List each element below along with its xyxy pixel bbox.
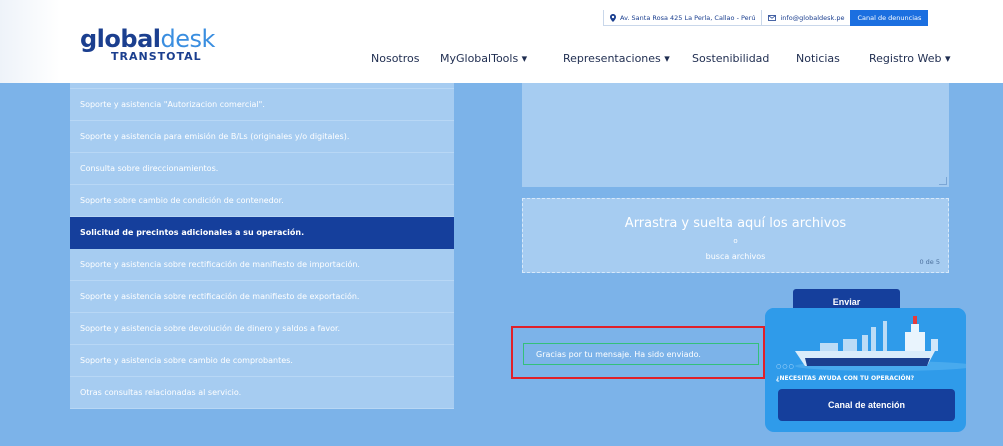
list-item[interactable]: Soporte y asistencia "Autorizacion comer… bbox=[70, 89, 454, 121]
list-item-active[interactable]: Solicitud de precintos adicionales a su … bbox=[70, 217, 454, 249]
email-item[interactable]: info@globaldesk.pe bbox=[761, 10, 851, 26]
globaldesk-logo[interactable]: globaldesk TRANSTOTAL bbox=[80, 26, 215, 63]
list-item[interactable]: Otras consultas relacionadas al servicio… bbox=[70, 377, 454, 409]
logo-text-glo: glo bbox=[80, 25, 121, 53]
logo-subtitle: TRANSTOTAL bbox=[111, 50, 202, 63]
map-pin-icon bbox=[610, 13, 616, 22]
browse-files-link[interactable]: busca archivos bbox=[523, 252, 948, 261]
list-item[interactable]: Soporte y asistencia sobre devolución de… bbox=[70, 313, 454, 345]
decorative-dots: ○○○ bbox=[776, 363, 795, 370]
header-fade bbox=[0, 0, 60, 83]
help-widget: ○○○ ¿NECESITAS AYUDA CON TU OPERACIÓN? C… bbox=[765, 308, 966, 432]
canal-denuncias-button[interactable]: Canal de denuncias bbox=[850, 10, 929, 26]
canal-atencion-button[interactable]: Canal de atención bbox=[778, 389, 955, 421]
top-contact-bar: Av. Santa Rosa 425 La Perla, Callao - Pe… bbox=[603, 10, 929, 26]
success-message: Gracias por tu mensaje. Ha sido enviado. bbox=[523, 343, 759, 365]
nav-nosotros[interactable]: Nosotros bbox=[371, 52, 419, 65]
list-item[interactable]: Soporte y asistencia para emisión de B/L… bbox=[70, 121, 454, 153]
success-message-text: Gracias por tu mensaje. Ha sido enviado. bbox=[536, 349, 701, 359]
ship-illustration-icon bbox=[765, 308, 966, 378]
nav-sostenibilidad[interactable]: Sostenibilidad bbox=[692, 52, 769, 65]
resize-handle-icon[interactable] bbox=[939, 177, 947, 185]
message-textarea[interactable] bbox=[522, 83, 949, 187]
nav-representaciones[interactable]: Representaciones ▾ bbox=[563, 52, 670, 65]
service-options-list: Soporte y asistencia "Autorizacion comer… bbox=[70, 83, 454, 409]
address-item: Av. Santa Rosa 425 La Perla, Callao - Pe… bbox=[603, 10, 762, 26]
site-header: globaldesk TRANSTOTAL Av. Santa Rosa 425… bbox=[0, 0, 1003, 83]
file-count: 0 de 5 bbox=[919, 258, 940, 266]
nav-noticias[interactable]: Noticias bbox=[796, 52, 840, 65]
list-item[interactable]: Consulta sobre direccionamientos. bbox=[70, 153, 454, 185]
list-item[interactable]: Soporte y asistencia sobre rectificación… bbox=[70, 249, 454, 281]
envelope-icon bbox=[768, 14, 777, 21]
file-dropzone[interactable]: Arrastra y suelta aquí los archivos o bu… bbox=[522, 198, 949, 273]
list-item[interactable]: Soporte y asistencia sobre rectificación… bbox=[70, 281, 454, 313]
nav-myglobaltools[interactable]: MyGlobalTools ▾ bbox=[440, 52, 527, 65]
dropzone-or: o bbox=[733, 237, 738, 245]
email-text: info@globaldesk.pe bbox=[780, 13, 845, 22]
list-item[interactable]: Soporte y asistencia sobre cambio de com… bbox=[70, 345, 454, 377]
logo-text-bal: bal bbox=[120, 25, 161, 53]
address-text: Av. Santa Rosa 425 La Perla, Callao - Pe… bbox=[620, 13, 756, 22]
logo-text-desk: desk bbox=[160, 25, 216, 53]
nav-registro-web[interactable]: Registro Web ▾ bbox=[869, 52, 951, 65]
dropzone-title: Arrastra y suelta aquí los archivos bbox=[624, 216, 847, 231]
help-question: ¿NECESITAS AYUDA CON TU OPERACIÓN? bbox=[776, 375, 915, 382]
list-item[interactable]: Soporte sobre cambio de condición de con… bbox=[70, 185, 454, 217]
